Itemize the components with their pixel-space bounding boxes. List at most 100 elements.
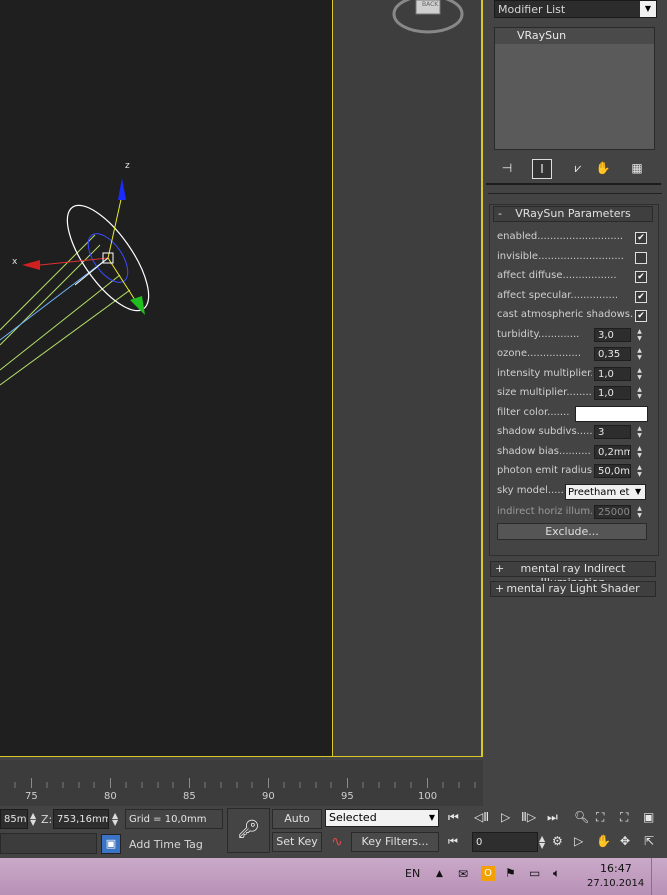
key-filters-button[interactable]: Key Filters...	[351, 832, 439, 852]
mental-ray-indirect-illumination-rollout[interactable]: + mental ray Indirect Illumination	[490, 561, 656, 589]
show-end-result-icon[interactable]: Ⅰ	[532, 159, 552, 179]
spinner-arrows-icon[interactable]: ▲ ▼	[635, 367, 644, 381]
auto-key-button[interactable]: Auto Key	[272, 809, 322, 843]
exclude-button[interactable]: Exclude...	[497, 523, 647, 540]
affect-specular-checkbox[interactable]: ✔	[635, 291, 647, 303]
shadow-subdivs-field[interactable]: 3	[594, 425, 631, 439]
rollout-title: mental ray Light Shader	[506, 582, 640, 595]
orbit-icon[interactable]: ✥	[620, 834, 630, 848]
chevron-down-icon: ▼	[428, 813, 435, 822]
clock-date[interactable]: 27.10.2014	[587, 878, 644, 889]
z-coordinate-field[interactable]: 753,16mm	[53, 809, 109, 829]
z-coordinate-label: Z:	[41, 813, 53, 826]
viewport-nav-controls: ⚙ ▷ ✋ ✥ ⇱	[552, 834, 664, 852]
cast-atmospheric-shadows-checkbox[interactable]: ✔	[635, 310, 647, 322]
indirect-horiz-illum-field[interactable]: 25000,	[594, 505, 631, 519]
enabled-checkbox[interactable]: ✔	[635, 232, 647, 244]
maximize-viewport-icon[interactable]: ⇱	[644, 834, 654, 848]
photon-emit-radius-field[interactable]: 50,0mr	[594, 464, 631, 478]
network-icon[interactable]: ▭	[529, 866, 540, 880]
intensity-multiplier-field[interactable]: 1,0	[594, 367, 631, 381]
next-frame-icon[interactable]: Ⅱ▷	[521, 810, 536, 824]
modifier-list-dropdown[interactable]: Modifier List ▼	[494, 0, 657, 18]
volume-icon[interactable]: 🔈︎	[553, 866, 560, 881]
viewcube[interactable]: BACK	[392, 0, 464, 34]
time-tag-icon[interactable]: ▣	[101, 834, 121, 854]
size-multiplier-field[interactable]: 1,0	[594, 386, 631, 400]
clock-time[interactable]: 16:47	[600, 862, 632, 875]
spinner-arrows-icon[interactable]: ▲ ▼	[30, 812, 36, 827]
action-center-flag-icon[interactable]: ⚑	[505, 866, 516, 880]
key-selection-dropdown[interactable]: Selected ▼	[325, 809, 439, 827]
param-shadow-bias: shadow bias.......... 0,2mm ▲ ▼	[497, 444, 647, 462]
chevron-down-icon: ▼	[635, 487, 642, 496]
make-unique-icon[interactable]: ⩗	[569, 159, 587, 177]
field-of-view-icon[interactable]: ▷	[574, 834, 583, 848]
configure-sets-icon[interactable]: ▦	[628, 159, 646, 177]
mail-icon[interactable]: ✉	[458, 867, 468, 881]
spinner-arrows-icon[interactable]: ▲ ▼	[635, 328, 644, 342]
mental-ray-light-shader-rollout[interactable]: + mental ray Light Shader	[490, 581, 656, 597]
turbidity-field[interactable]: 3,0	[594, 328, 631, 342]
filter-color-swatch[interactable]	[575, 406, 648, 422]
sky-model-dropdown[interactable]: Preetham et	[565, 484, 646, 500]
vraysun-rollout-header[interactable]: - VRaySun Parameters	[493, 206, 653, 222]
viewcube-back-label: BACK	[422, 1, 439, 8]
modifier-stack-toolbar: ⊣ Ⅰ ⩗ ✋ ▦	[486, 155, 661, 185]
y-coordinate-field[interactable]: 85mr	[0, 809, 28, 829]
language-indicator[interactable]: EN	[405, 867, 420, 880]
spinner-arrows-icon[interactable]: ▲ ▼	[539, 835, 545, 850]
tick-label: 90	[262, 791, 275, 802]
viewport-secondary[interactable]	[333, 0, 483, 757]
show-hidden-icons-icon[interactable]: ▲	[436, 869, 443, 879]
add-time-tag-button[interactable]: Add Time Tag	[125, 834, 223, 855]
tick-label: 95	[341, 791, 354, 802]
param-label: sky model.....	[497, 485, 564, 496]
stack-item-vraysun[interactable]: VRaySun	[495, 28, 654, 44]
invisible-checkbox[interactable]	[635, 252, 647, 264]
shadow-bias-field[interactable]: 0,2mm	[594, 445, 631, 459]
param-label: photon emit radius.	[497, 465, 592, 476]
pan-icon[interactable]: ✋	[596, 834, 611, 848]
prompt-line[interactable]	[0, 833, 97, 854]
set-key-button[interactable]: Set Key	[272, 832, 322, 852]
spinner-arrows-icon[interactable]: ▲ ▼	[635, 347, 644, 361]
status-bar: 85mr ▲ ▼ Z: 753,16mm ▲ ▼ Grid = 10,0mm ▣ A…	[0, 806, 667, 858]
remove-modifier-icon[interactable]: ✋	[594, 159, 612, 177]
spinner-arrows-icon[interactable]: ▲ ▼	[635, 425, 644, 439]
region-zoom-icon[interactable]: ▣	[643, 810, 654, 824]
play-icon[interactable]: ▷	[501, 810, 510, 824]
viewport-scene	[0, 178, 150, 386]
zoom-extents-all-icon[interactable]: ⛶	[620, 810, 628, 825]
tick-label: 80	[104, 791, 117, 802]
spinner-arrows-icon[interactable]: ▲ ▼	[635, 445, 644, 459]
outlook-icon[interactable]: O	[481, 866, 495, 881]
param-cast-atmospheric-shadows: cast atmospheric shadows.. ✔	[497, 307, 647, 325]
spinner-arrows-icon[interactable]: ▲ ▼	[635, 505, 644, 519]
show-desktop-button[interactable]	[651, 858, 667, 895]
param-affect-specular: affect specular............... ✔	[497, 288, 647, 306]
ozone-field[interactable]: 0,35	[594, 347, 631, 361]
param-label: intensity multiplier..	[497, 368, 592, 379]
curve-editor-icon[interactable]: ∿	[327, 832, 347, 852]
goto-end-icon[interactable]: ⏭	[547, 810, 558, 825]
viewport-perspective[interactable]: z x	[0, 0, 333, 757]
pin-stack-icon[interactable]: ⊣	[498, 159, 516, 177]
previous-frame-icon[interactable]: ◁Ⅱ	[474, 810, 489, 824]
affect-diffuse-checkbox[interactable]: ✔	[635, 271, 647, 283]
chevron-down-icon: ▼	[640, 1, 656, 17]
modifier-stack[interactable]: VRaySun	[494, 27, 655, 150]
zoom-extents-icon[interactable]: ⛶	[596, 810, 604, 825]
goto-start-icon[interactable]: ⏮	[448, 810, 459, 825]
zoom-icon[interactable]: 🔍︎	[574, 810, 589, 824]
set-key-key-icon[interactable]: 🔑︎	[227, 808, 270, 853]
param-sky-model: sky model..... Preetham et ▼	[497, 483, 647, 501]
spinner-arrows-icon[interactable]: ▲ ▼	[635, 386, 644, 400]
time-config-icon[interactable]: ⚙	[552, 834, 563, 848]
param-label: size multiplier.........	[497, 387, 592, 398]
spinner-arrows-icon[interactable]: ▲ ▼	[635, 464, 644, 478]
key-mode-toggle-icon[interactable]: ⏮	[448, 835, 458, 849]
spinner-arrows-icon[interactable]: ▲ ▼	[112, 812, 118, 827]
current-frame-field[interactable]: 0	[472, 832, 538, 852]
timeline-ruler[interactable]: 75 80 85 90 95 100	[0, 760, 483, 806]
